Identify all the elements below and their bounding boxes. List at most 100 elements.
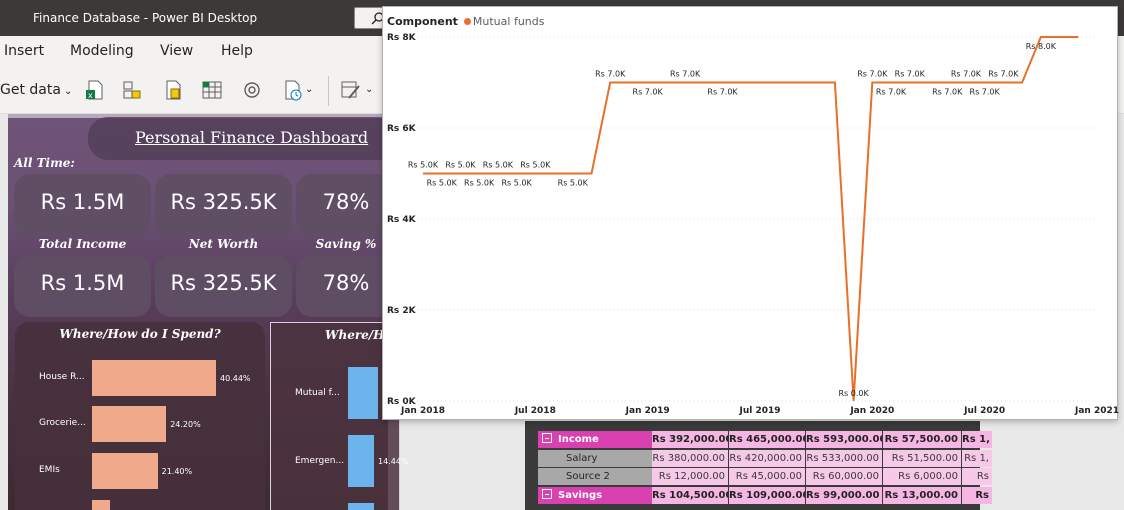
matrix-cell: Rs 380,000.00 [652,450,728,467]
kpi-value: Rs 1.5M [40,190,125,214]
data-label: Rs 7.0K [633,88,664,97]
chevron-down-icon[interactable]: ⌄ [365,84,373,95]
spend-bar[interactable] [92,500,110,510]
y-tick-label: Rs 4K [387,215,417,225]
chevron-down-icon[interactable]: ⌄ [305,84,313,95]
all-time-label: All Time: [14,156,75,170]
matrix-cell: Rs 593,000.00 [806,431,882,448]
spend-card-title: Where/How do I Spend? [59,327,221,341]
table-icon[interactable] [201,79,223,101]
bar-value-label: 24.20% [170,420,201,429]
x-tick-label: Jan 2019 [625,406,670,416]
window-title: Finance Database - Power BI Desktop [33,11,258,25]
bar-category-label: Grocerie... [39,418,86,428]
matrix-cell: Rs 420,000.00 [729,450,805,467]
matrix-cell: Rs 12,000.00 [652,468,728,485]
bar-category-label: EMIs [39,465,60,475]
matrix-row-text: Income [558,434,599,445]
kpi-value: Rs 1.5M [40,271,125,295]
matrix-cell: Rs 533,000.00 [806,450,882,467]
data-label: Rs 7.0K [670,70,701,79]
bar-category-label: House R... [39,372,85,382]
data-label: Rs 8.0K [1026,42,1057,51]
line-chart-svg: Rs 0KRs 2KRs 4KRs 6KRs 8KJan 2018 Jul 201… [387,33,1119,416]
dataflow-icon[interactable] [121,79,143,101]
bar-value-label: 40.44% [220,374,251,383]
bar-value-label: 14.44% [378,457,409,466]
matrix-row-text: Source 2 [566,471,610,482]
menu-help[interactable]: Help [221,43,253,59]
finance-matrix[interactable]: Income Rs 392,000.00 Rs 465,000.00 Rs 593,0… [525,421,992,510]
report-page: Personal Finance Dashboard All Time: Rs … [8,114,433,510]
matrix-cell: Rs 1, [962,450,992,467]
kpi-label-net-worth: Net Worth [188,237,259,251]
bar-value-label: 21.40% [161,467,193,476]
data-label: Rs 0.0K [838,389,869,398]
kpi-total-income[interactable]: Rs 1.5M [14,255,151,317]
matrix-cell: Rs 60,000.00 [806,468,882,485]
investment-bar[interactable] [348,503,374,510]
transform-icon[interactable] [340,79,362,101]
matrix-row[interactable]: Salary Rs 380,000.00 Rs 420,000.00 Rs 533,0… [538,450,992,468]
menu-view[interactable]: View [160,43,193,59]
investment-card[interactable]: Where/He Mutual f... Emergen... 14.44% [270,322,409,510]
matrix-cell: Rs 1, [962,431,992,448]
y-tick-label: Rs 6K [387,124,417,134]
matrix-group-row[interactable]: Savings Rs 104,500.00 Rs 109,000.00 Rs 99,0… [538,487,992,505]
matrix-cell: Rs 392,000.00 [652,431,728,448]
matrix-group-row[interactable]: Income Rs 392,000.00 Rs 465,000.00 Rs 593,0… [538,431,992,449]
data-label: Rs 7.0K [970,88,1001,97]
matrix-row-text: Salary [566,453,598,464]
investment-bar[interactable] [348,435,374,487]
spend-card[interactable]: Where/How do I Spend? House R... 40.44% Gr… [15,322,265,510]
menu-modeling[interactable]: Modeling [70,43,134,59]
spend-bar[interactable] [92,360,216,396]
investment-bar[interactable] [348,367,378,419]
data-label: Rs 5.0K [427,179,458,188]
data-label: Rs 5.0K [483,161,514,170]
data-label: Rs 7.0K [857,70,888,79]
data-label: Rs 7.0K [707,88,738,97]
data-label: Rs 7.0K [895,70,926,79]
spend-bar[interactable] [92,453,158,489]
x-tick-label: Jul 2020 [963,406,1005,416]
x-tick-label: Jan 2018 [400,406,445,416]
data-label: Rs 7.0K [951,70,982,79]
matrix-cell: Rs 104,500.00 [652,487,728,504]
y-tick-label: Rs 8K [387,33,417,43]
matrix-cell: Rs [962,487,992,504]
data-label: Rs 5.0K [464,179,495,188]
get-data-button[interactable]: Get data ⌄ [0,82,72,98]
chevron-down-icon: ⌄ [63,86,73,97]
y-tick-label: Rs 2K [387,306,417,316]
refresh-icon[interactable] [241,79,263,101]
matrix-row-label: Source 2 [538,468,652,485]
kpi-label-saving: Saving % [315,237,377,251]
matrix-cell: Rs 51,500.00 [883,450,961,467]
recent-sources-icon[interactable] [282,79,304,101]
matrix-row[interactable]: Source 2 Rs 12,000.00 Rs 45,000.00 Rs 60,00… [538,468,992,486]
matrix-row-label: Salary [538,450,652,467]
matrix-cell: Rs [962,468,992,485]
x-tick-label: Jul 2019 [738,406,780,416]
data-label: Rs 5.0K [408,161,439,170]
matrix-row-text: Savings [558,490,603,501]
dataverse-icon[interactable] [162,79,184,101]
matrix-cell: Rs 13,000.00 [883,487,961,504]
line-chart-visual[interactable]: Component Mutual funds Rs 0K Rs 2K Rs 4K Rs … [382,6,1119,420]
spend-bar[interactable] [92,406,167,442]
dashboard-title[interactable]: Personal Finance Dashboard [135,128,368,147]
kpi-total-income-alltime[interactable]: Rs 1.5M [14,174,151,236]
data-label: Rs 7.0K [932,88,963,97]
menu-insert[interactable]: Insert [4,43,44,59]
collapse-icon[interactable] [542,489,552,499]
excel-icon[interactable]: x [84,79,106,101]
collapse-icon[interactable] [542,433,552,443]
matrix-row-label: Savings [538,487,652,504]
matrix-cell: Rs 57,500.00 [883,431,961,448]
matrix-cell: Rs 99,000.00 [806,487,882,504]
x-tick-label: Jan 2020 [849,406,894,416]
data-label: Rs 7.0K [988,70,1019,79]
matrix-cell: Rs 109,000.00 [729,487,805,504]
data-label: Rs 5.0K [501,179,532,188]
